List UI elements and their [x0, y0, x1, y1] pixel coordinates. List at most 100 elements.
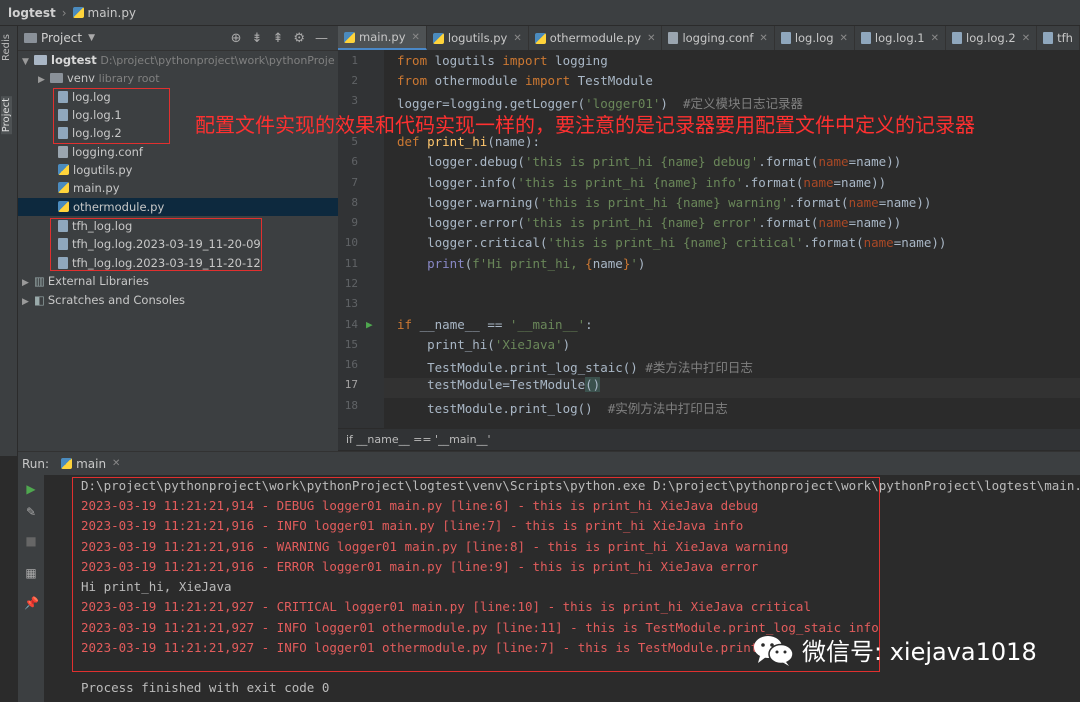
tab-log-log[interactable]: log.log ✕ [775, 26, 855, 50]
code-line: logger.info('this is print_hi {name} inf… [397, 175, 887, 190]
highlight-box-log-files [53, 88, 170, 144]
tab-label: log.log [794, 31, 834, 45]
tree-item-file[interactable]: main.py [18, 179, 338, 197]
line-number: 16 [344, 358, 358, 371]
navigation-breadcrumb: logtest › main.py [0, 0, 1080, 26]
tab-label: logutils.py [447, 31, 508, 45]
folder-icon [34, 55, 47, 65]
code-line: from logutils import logging [397, 53, 608, 68]
line-number: 3 [351, 94, 358, 107]
watermark: 微信号: xiejava1018 [752, 632, 1037, 667]
line-number: 18 [344, 399, 358, 412]
file-name: main.py [73, 181, 120, 195]
tree-item-external-libraries[interactable]: ▶ ▥ External Libraries [18, 272, 338, 290]
tree-item-file-selected[interactable]: othermodule.py [18, 198, 338, 216]
run-tab-main[interactable]: main [76, 457, 106, 471]
breadcrumb-project[interactable]: logtest [8, 6, 56, 20]
python-file-icon [61, 458, 73, 469]
close-icon[interactable]: ✕ [412, 32, 420, 43]
chevron-right-icon[interactable]: ▶ [18, 274, 34, 292]
code-line: print(f'Hi print_hi, {name}') [427, 256, 646, 271]
watermark-text: 微信号: xiejava1018 [802, 638, 1037, 666]
locate-icon[interactable]: ⊕ [231, 31, 242, 46]
line-number: 14 [344, 318, 358, 331]
close-icon[interactable]: ✕ [112, 458, 120, 469]
code-line: logger.warning('this is print_hi {name} … [397, 195, 932, 210]
collapse-all-icon[interactable]: ⇞ [272, 31, 283, 46]
line-number: 13 [344, 297, 358, 310]
code-editor[interactable]: from logutils import logging from otherm… [384, 50, 1080, 428]
python-file-icon [432, 32, 444, 44]
close-icon[interactable]: ✕ [647, 33, 655, 44]
conf-file-icon [668, 32, 679, 44]
tab-log-log-1[interactable]: log.log.1 ✕ [855, 26, 947, 50]
close-icon[interactable]: ✕ [840, 33, 848, 44]
run-panel-header: Run: main ✕ [18, 451, 1080, 475]
tab-log-log-2[interactable]: log.log.2 ✕ [946, 26, 1038, 50]
wrench-icon[interactable]: ✎ [24, 505, 38, 519]
code-line: logger.error('this is print_hi {name} er… [397, 215, 902, 230]
tab-othermodule-py[interactable]: othermodule.py ✕ [529, 26, 663, 50]
annotation-text: 配置文件实现的效果和代码实现一样的，要注意的是记录器要用配置文件中定义的记录器 [195, 113, 975, 137]
code-line: logger.critical('this is print_hi {name}… [397, 235, 947, 250]
project-panel-header: Project ▼ ⊕ ⇟ ⇞ ⚙ — [18, 26, 338, 51]
external-libraries-label: External Libraries [47, 274, 149, 288]
close-icon[interactable]: ✕ [513, 33, 521, 44]
log-file-icon [780, 32, 791, 44]
line-number: 1 [351, 54, 358, 67]
tree-item-scratches[interactable]: ▶ ◧ Scratches and Consoles [18, 291, 338, 309]
root-name: logtest [51, 53, 97, 67]
tab-label: log.log.2 [966, 31, 1016, 45]
line-number: 10 [344, 236, 358, 249]
line-number: 9 [351, 216, 358, 229]
chevron-down-icon[interactable]: ▼ [88, 33, 95, 43]
pin-icon[interactable]: 📌 [24, 596, 39, 610]
log-file-icon [860, 32, 871, 44]
tab-main-py[interactable]: main.py ✕ [338, 26, 427, 50]
line-number: 11 [344, 257, 358, 270]
redis-tool-tab[interactable]: Redis [1, 34, 12, 61]
tree-root-logtest[interactable]: ▼ logtest D:\project\pythonproject\work\p… [18, 51, 338, 69]
project-tool-tab[interactable]: Project [1, 96, 12, 135]
line-number: 15 [344, 338, 358, 351]
wechat-logo-icon [752, 634, 794, 666]
project-view-selector[interactable]: Project [41, 31, 82, 45]
tab-logutils-py[interactable]: logutils.py ✕ [427, 26, 529, 50]
root-path: D:\project\pythonproject\work\pythonProj… [100, 54, 335, 67]
close-icon[interactable]: ✕ [759, 33, 767, 44]
tab-label: log.log.1 [874, 31, 925, 45]
stop-icon[interactable]: ■ [24, 534, 38, 548]
code-line: testModule.print_log() #实例方法中打印日志 [397, 401, 728, 416]
run-gutter-icon[interactable]: ▶ [366, 318, 373, 331]
chevron-right-icon[interactable]: ▶ [18, 293, 34, 311]
close-icon[interactable]: ✕ [931, 33, 939, 44]
line-number: 7 [351, 176, 358, 189]
code-line: if __name__ == '__main__': [397, 317, 593, 332]
code-line: TestModule.print_log_staic() #类方法中打印日志 [397, 360, 753, 375]
tab-tfh[interactable]: tfh [1037, 26, 1080, 50]
close-icon[interactable]: ✕ [1022, 33, 1030, 44]
breadcrumb-file[interactable]: main.py [88, 6, 137, 20]
python-file-icon [58, 201, 69, 212]
chevron-right-icon[interactable]: ▶ [18, 71, 50, 89]
python-file-icon [72, 7, 84, 18]
rerun-icon[interactable]: ▶ [24, 482, 38, 496]
hide-panel-icon[interactable]: — [315, 31, 328, 46]
tab-logging-conf[interactable]: logging.conf ✕ [662, 26, 775, 50]
file-name: logutils.py [73, 163, 133, 177]
breadcrumb-separator: › [61, 5, 67, 20]
layout-icon[interactable]: ▦ [24, 566, 38, 580]
tree-item-venv[interactable]: ▶ venv library root [18, 69, 338, 87]
tree-item-file[interactable]: logutils.py [18, 161, 338, 179]
scratches-label: Scratches and Consoles [47, 293, 186, 307]
expand-all-icon[interactable]: ⇟ [252, 31, 263, 46]
code-breadcrumb[interactable]: if __name__ == '__main__' [338, 428, 1080, 450]
line-number: 6 [351, 155, 358, 168]
code-line: print_hi('XieJava') [397, 337, 571, 352]
venv-note: library root [98, 72, 160, 85]
gear-icon[interactable]: ⚙ [293, 31, 305, 46]
code-line: logger.debug('this is print_hi {name} de… [397, 154, 902, 169]
python-file-icon [344, 31, 355, 43]
tree-item-file[interactable]: logging.conf [18, 143, 338, 161]
run-tool-strip: ▶ ✎ ■ ▦ 📌 [18, 475, 44, 702]
